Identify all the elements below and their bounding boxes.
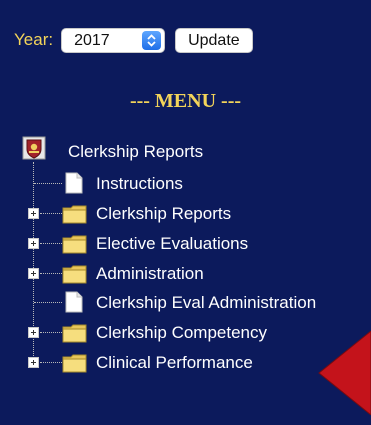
tree-item-label: Clerkship Eval Administration	[96, 293, 317, 312]
tree-branch	[40, 243, 62, 244]
tree-branch	[40, 362, 62, 363]
folder-icon	[62, 234, 88, 254]
expand-icon[interactable]	[28, 327, 39, 338]
tree-branch	[40, 332, 62, 333]
crest-icon	[22, 136, 46, 160]
expand-icon[interactable]	[28, 238, 39, 249]
document-icon	[64, 291, 84, 313]
year-select-value: 2017	[74, 31, 110, 49]
tree-root-label[interactable]: Clerkship Reports	[68, 142, 203, 162]
select-stepper-icon	[142, 30, 162, 50]
update-button[interactable]: Update	[175, 27, 253, 53]
folder-icon	[62, 353, 88, 373]
tree-item-label: Clerkship Reports	[96, 204, 232, 223]
year-form: Year: 2017 Update	[14, 26, 253, 54]
document-icon	[64, 172, 84, 194]
tree-item-label: Instructions	[96, 174, 183, 193]
tree-item-label: Administration	[96, 264, 204, 283]
year-select[interactable]: 2017	[61, 27, 166, 53]
expand-icon[interactable]	[28, 357, 39, 368]
tree-item-label: Clinical Performance	[96, 353, 253, 372]
folder-icon	[62, 323, 88, 343]
year-label: Year:	[14, 30, 54, 49]
red-arrow-pointer-icon	[318, 330, 371, 420]
folder-icon	[62, 264, 88, 284]
tree-item-label: Elective Evaluations	[96, 234, 249, 253]
tree-branch	[34, 302, 62, 303]
folder-icon	[62, 204, 88, 224]
tree-branch	[34, 183, 62, 184]
expand-icon[interactable]	[28, 268, 39, 279]
expand-icon[interactable]	[28, 208, 39, 219]
tree-branch	[40, 273, 62, 274]
menu-title: --- MENU ---	[129, 90, 242, 112]
tree-item-label: Clerkship Competency	[96, 323, 268, 342]
tree-branch	[40, 213, 62, 214]
